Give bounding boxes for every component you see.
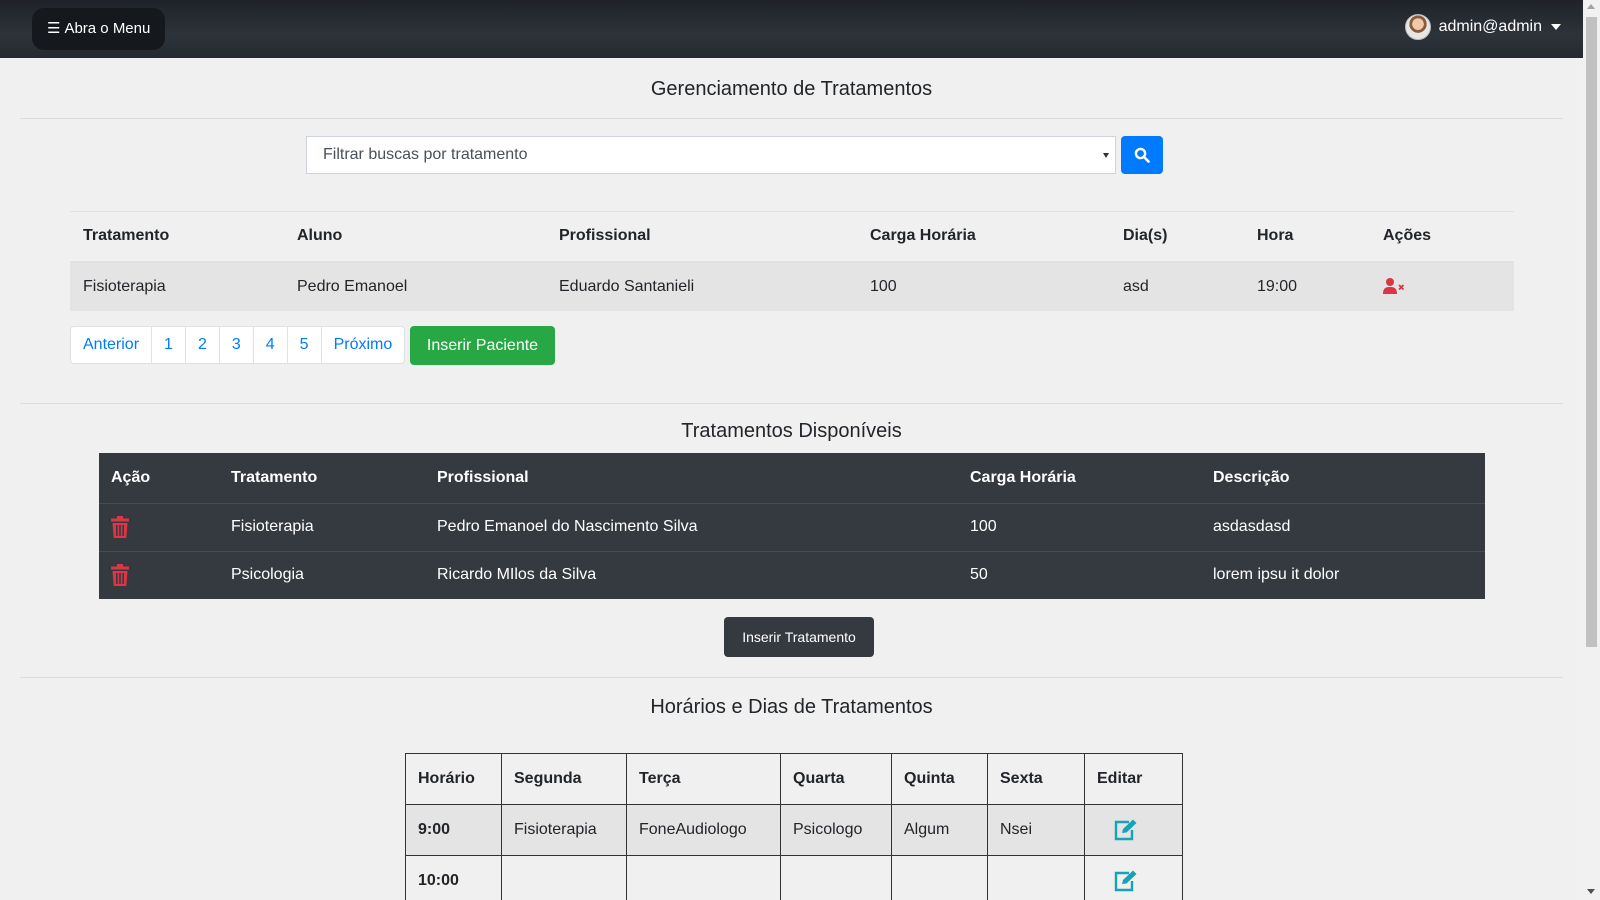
table-cell: Psicologia bbox=[219, 550, 425, 599]
open-menu-label: Abra o Menu bbox=[64, 20, 151, 37]
insert-patient-button[interactable]: Inserir Paciente bbox=[410, 326, 555, 365]
col-header: Carga Horária bbox=[857, 211, 1110, 263]
table-cell: asd bbox=[1110, 261, 1244, 311]
scroll-thumb[interactable] bbox=[1586, 17, 1597, 647]
divider bbox=[20, 118, 1563, 119]
trash-icon[interactable] bbox=[111, 564, 129, 587]
dropdown-arrow-icon bbox=[1103, 153, 1109, 158]
col-header: Dia(s) bbox=[1110, 211, 1244, 263]
table-cell: Fisioterapia bbox=[70, 261, 284, 311]
divider bbox=[20, 677, 1563, 678]
pagination-next[interactable]: Próximo bbox=[320, 327, 405, 363]
time-cell: 10:00 bbox=[405, 855, 502, 900]
col-header: Tratamento bbox=[219, 453, 425, 504]
insert-treatment-button[interactable]: Inserir Tratamento bbox=[724, 617, 874, 657]
pagination-page[interactable]: 2 bbox=[184, 327, 219, 363]
divider bbox=[20, 403, 1563, 404]
patients-table: Tratamento Aluno Profissional Carga Horá… bbox=[70, 211, 1514, 311]
treatment-filter-select[interactable]: Filtrar buscas por tratamento bbox=[306, 136, 1116, 174]
hamburger-icon: ☰ bbox=[47, 20, 61, 37]
table-cell bbox=[891, 855, 988, 900]
pagination-page[interactable]: 5 bbox=[286, 327, 321, 363]
caret-down-icon bbox=[1551, 24, 1561, 30]
schedule-table: Horário Segunda Terça Quarta Quinta Sext… bbox=[405, 753, 1183, 900]
col-header: Quinta bbox=[891, 753, 988, 805]
table-cell bbox=[780, 855, 892, 900]
table-cell: lorem ipsu it dolor bbox=[1201, 550, 1485, 599]
table-cell bbox=[1084, 855, 1183, 900]
col-header: Carga Horária bbox=[958, 453, 1201, 504]
search-icon bbox=[1134, 147, 1150, 163]
table-cell bbox=[987, 855, 1085, 900]
col-header: Ação bbox=[99, 453, 219, 504]
table-header-row: Horário Segunda Terça Quarta Quinta Sext… bbox=[405, 753, 1183, 805]
table-cell: 100 bbox=[857, 261, 1110, 311]
col-header: Profissional bbox=[425, 453, 958, 504]
table-header-row: Tratamento Aluno Profissional Carga Horá… bbox=[70, 211, 1514, 263]
table-row: Psicologia Ricardo MIlos da Silva 50 lor… bbox=[99, 550, 1485, 599]
trash-icon[interactable] bbox=[111, 516, 129, 538]
col-header: Sexta bbox=[987, 753, 1085, 805]
table-cell: Pedro Emanoel do Nascimento Silva bbox=[425, 502, 958, 551]
table-cell: Psicologo bbox=[780, 804, 892, 856]
treatment-management-title: Gerenciamento de Tratamentos bbox=[650, 78, 933, 100]
table-cell: Eduardo Santanieli bbox=[546, 261, 857, 311]
schedule-title: Horários e Dias de Tratamentos bbox=[650, 696, 933, 718]
table-cell: Pedro Emanoel bbox=[284, 261, 546, 311]
col-header: Editar bbox=[1084, 753, 1183, 805]
table-cell bbox=[1084, 804, 1183, 856]
edit-icon[interactable] bbox=[1113, 870, 1137, 892]
search-button[interactable] bbox=[1121, 136, 1163, 174]
table-cell bbox=[501, 855, 627, 900]
col-header: Terça bbox=[626, 753, 781, 805]
table-cell: Ricardo MIlos da Silva bbox=[425, 550, 958, 599]
remove-user-icon[interactable] bbox=[1383, 277, 1405, 295]
treatment-filter-placeholder: Filtrar buscas por tratamento bbox=[323, 146, 528, 163]
table-cell: 19:00 bbox=[1244, 261, 1370, 311]
col-header: Quarta bbox=[780, 753, 892, 805]
table-cell: 100 bbox=[958, 502, 1201, 551]
open-menu-button[interactable]: ☰ Abra o Menu bbox=[32, 8, 166, 50]
avatar bbox=[1404, 14, 1431, 40]
scroll-up-arrow-icon[interactable] bbox=[1587, 4, 1595, 9]
col-header: Horário bbox=[405, 753, 502, 805]
table-cell bbox=[1370, 261, 1514, 311]
col-header: Segunda bbox=[501, 753, 627, 805]
table-cell: Fisioterapia bbox=[219, 502, 425, 551]
pagination-page[interactable]: 1 bbox=[151, 327, 185, 363]
table-row: Fisioterapia Pedro Emanoel do Nascimento… bbox=[99, 502, 1485, 551]
scroll-down-arrow-icon[interactable] bbox=[1587, 889, 1595, 894]
table-cell: FoneAudiologo bbox=[626, 804, 781, 856]
table-cell: Fisioterapia bbox=[501, 804, 627, 856]
table-row: Fisioterapia Pedro Emanoel Eduardo Santa… bbox=[70, 261, 1514, 311]
available-treatments-title: Tratamentos Disponíveis bbox=[681, 420, 902, 442]
col-header: Hora bbox=[1244, 211, 1370, 263]
col-header: Descrição bbox=[1201, 453, 1485, 504]
table-cell bbox=[99, 550, 219, 599]
table-cell bbox=[99, 502, 219, 551]
col-header: Tratamento bbox=[70, 211, 284, 263]
table-cell: Nsei bbox=[987, 804, 1085, 856]
col-header: Profissional bbox=[546, 211, 857, 263]
user-email: admin@admin bbox=[1438, 18, 1542, 35]
pagination: Anterior 1 2 3 4 5 Próximo bbox=[70, 326, 406, 364]
table-cell: 50 bbox=[958, 550, 1201, 599]
edit-icon[interactable] bbox=[1113, 819, 1137, 841]
vertical-scrollbar[interactable] bbox=[1583, 0, 1600, 900]
col-header: Ações bbox=[1370, 211, 1514, 263]
available-treatments-table: Ação Tratamento Profissional Carga Horár… bbox=[99, 453, 1485, 599]
table-cell: Algum bbox=[891, 804, 988, 856]
time-cell: 9:00 bbox=[405, 804, 502, 856]
top-navbar: ☰ Abra o Menu admin@admin bbox=[0, 0, 1583, 58]
table-cell bbox=[626, 855, 781, 900]
pagination-previous[interactable]: Anterior bbox=[71, 327, 151, 363]
col-header: Aluno bbox=[284, 211, 546, 263]
table-row: 9:00 Fisioterapia FoneAudiologo Psicolog… bbox=[405, 804, 1183, 856]
pagination-page[interactable]: 4 bbox=[252, 327, 287, 363]
table-cell: asdasdasd bbox=[1201, 502, 1485, 551]
table-header-row: Ação Tratamento Profissional Carga Horár… bbox=[99, 453, 1485, 504]
pagination-page[interactable]: 3 bbox=[218, 327, 253, 363]
user-menu[interactable]: admin@admin bbox=[1404, 14, 1561, 40]
table-row: 10:00 bbox=[405, 855, 1183, 900]
